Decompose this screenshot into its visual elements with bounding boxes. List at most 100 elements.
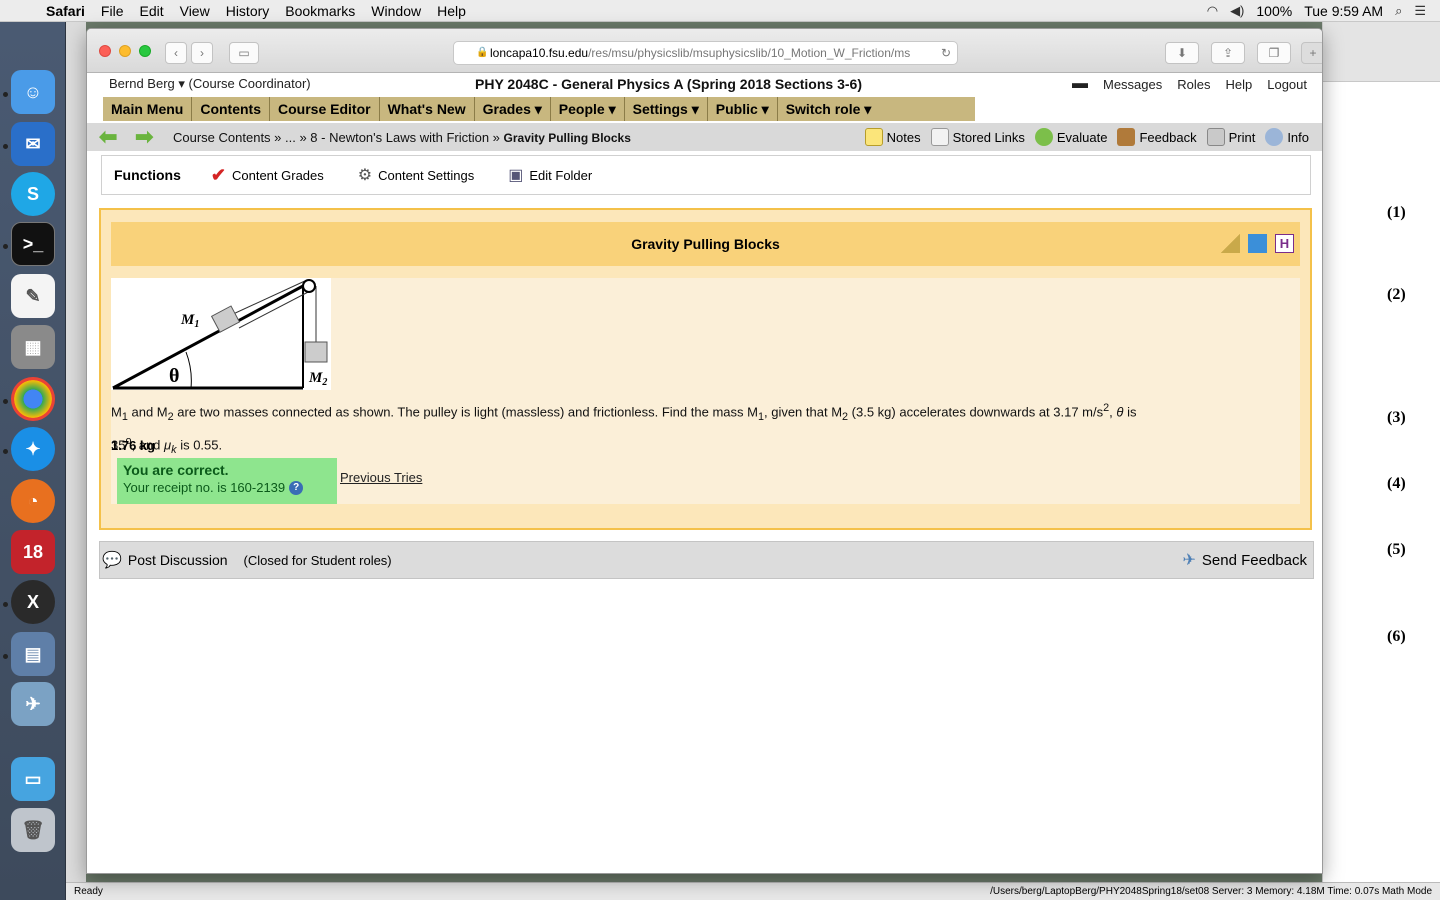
dock: ☺ ✉ S >_ ✎ ▦ ✦ ◔ 18 X ▤ ✈ ▭ 🗑 xyxy=(0,22,66,900)
menu-window[interactable]: Window xyxy=(363,3,429,19)
running-indicator-icon xyxy=(3,654,8,659)
menu-edit[interactable]: Edit xyxy=(131,3,171,19)
menu-public[interactable]: Public ▾ xyxy=(708,97,778,121)
ruler-icon[interactable] xyxy=(1221,234,1240,253)
receipt-number: Your receipt no. is 160-2139 xyxy=(123,480,286,495)
roles-link[interactable]: Roles xyxy=(1177,77,1210,92)
menu-contents[interactable]: Contents xyxy=(192,97,271,121)
user-role[interactable]: Bernd Berg ▾ (Course Coordinator) xyxy=(109,76,469,92)
menu-history[interactable]: History xyxy=(218,3,278,19)
clock[interactable]: Tue 9:59 AM xyxy=(1304,3,1383,19)
menu-whats-new[interactable]: What's New xyxy=(380,97,475,121)
wifi-icon[interactable]: ◠ xyxy=(1207,3,1218,19)
downloads-icon[interactable]: ⬇ xyxy=(1165,42,1199,64)
minimize-window-button[interactable] xyxy=(119,45,131,57)
x11-icon[interactable]: X xyxy=(11,580,55,624)
new-tab-icon[interactable]: + xyxy=(1301,42,1322,64)
info-tool[interactable]: Info xyxy=(1265,128,1309,146)
battery-percent[interactable]: 100% xyxy=(1256,3,1292,19)
menu-file[interactable]: File xyxy=(93,3,132,19)
calendar-18-icon[interactable]: 18 xyxy=(11,530,55,574)
back-arrow-icon[interactable]: ⬅ xyxy=(99,126,127,148)
equation-number: (2) xyxy=(1387,286,1406,303)
label-m1: M1 xyxy=(180,312,199,330)
settings-gear-icon: ⚙ xyxy=(357,167,373,184)
menu-people[interactable]: People ▾ xyxy=(551,97,625,121)
help-question-icon[interactable]: ? xyxy=(289,480,304,495)
menu-view[interactable]: View xyxy=(172,3,218,19)
chrome-icon[interactable] xyxy=(11,377,55,421)
send-feedback-link[interactable]: ✈ Send Feedback xyxy=(1183,550,1307,570)
reload-icon[interactable]: ↻ xyxy=(941,42,951,64)
menu-bookmarks[interactable]: Bookmarks xyxy=(277,3,363,19)
content-settings-link[interactable]: ⚙ Content Settings xyxy=(358,165,474,185)
safari-toolbar: ‹ › ▭ 🔒 loncapa10.fsu.edu/res/msu/physic… xyxy=(87,29,1322,73)
menu-safari[interactable]: Safari xyxy=(40,3,93,19)
terminal-icon[interactable]: >_ xyxy=(11,222,55,266)
main-menu-bar: Main Menu Contents Course Editor What's … xyxy=(103,97,975,121)
calculator-icon[interactable]: ▦ xyxy=(11,325,55,369)
problem-title: Gravity Pulling Blocks xyxy=(631,236,780,252)
content-settings-label: Content Settings xyxy=(378,167,475,183)
running-indicator-icon xyxy=(3,244,8,249)
folder-icon[interactable]: ▭ xyxy=(11,757,55,801)
menu-help[interactable]: Help xyxy=(429,3,474,19)
previous-tries-link[interactable]: Previous Tries xyxy=(340,470,422,485)
stored-links-label: Stored Links xyxy=(952,129,1025,145)
edit-folder-link[interactable]: ▣ Edit Folder xyxy=(508,165,592,185)
stored-links-tool[interactable]: Stored Links xyxy=(930,128,1025,146)
spotlight-icon[interactable]: ⌕ xyxy=(1395,3,1402,19)
label-m2: M2 xyxy=(308,370,327,388)
logout-link[interactable]: Logout xyxy=(1267,77,1307,92)
feedback-tool[interactable]: Feedback xyxy=(1117,128,1197,146)
messages-link[interactable]: Messages xyxy=(1103,77,1162,92)
info-icon xyxy=(1265,128,1284,146)
background-statusbar: Ready /Users/berg/LaptopBerg/PHY2048Spri… xyxy=(66,882,1440,900)
breadcrumb-path[interactable]: Course Contents » ... » 8 - Newton's Law… xyxy=(173,130,500,145)
discussion-closed-note: (Closed for Student roles) xyxy=(243,552,392,568)
edit-folder-icon: ▣ xyxy=(508,167,524,184)
back-button[interactable]: ‹ xyxy=(165,42,187,64)
notification-center-icon[interactable]: ☰ xyxy=(1414,3,1426,19)
graph-icon[interactable] xyxy=(1248,234,1267,253)
menu-grades[interactable]: Grades ▾ xyxy=(475,97,551,121)
running-indicator-icon xyxy=(3,449,8,454)
textedit-icon[interactable]: ✎ xyxy=(11,274,55,318)
content-grades-link[interactable]: ✔ Content Grades xyxy=(211,165,324,186)
forward-button[interactable]: › xyxy=(191,42,213,64)
mail-stamp-icon[interactable]: ✈ xyxy=(11,682,55,726)
volume-icon[interactable]: ◀︎) xyxy=(1230,3,1244,19)
label-theta: θ xyxy=(169,365,179,387)
problem-statement: M1 and M2 are two masses connected as sh… xyxy=(111,402,1137,456)
forward-arrow-icon[interactable]: ➡ xyxy=(135,126,163,148)
menu-switch-role[interactable]: Switch role ▾ xyxy=(778,97,880,121)
post-discussion-link[interactable]: 💬 Post Discussion xyxy=(102,550,228,570)
tabs-overview-icon[interactable]: ❐ xyxy=(1257,42,1291,64)
monitor-icon[interactable]: ▬ xyxy=(1072,75,1088,93)
evaluate-tool[interactable]: Evaluate xyxy=(1034,128,1107,146)
preview-icon[interactable]: ▤ xyxy=(11,632,55,676)
safari-icon[interactable]: ✦ xyxy=(11,427,55,471)
menu-course-editor[interactable]: Course Editor xyxy=(270,97,380,121)
share-icon[interactable]: ⇪ xyxy=(1211,42,1245,64)
print-tool[interactable]: Print xyxy=(1206,128,1255,146)
hint-icon[interactable]: H xyxy=(1275,234,1294,253)
sidebar-toggle-icon[interactable]: ▭ xyxy=(229,42,259,64)
breadcrumb[interactable]: Course Contents » ... » 8 - Newton's Law… xyxy=(173,130,631,145)
menu-settings[interactable]: Settings ▾ xyxy=(625,97,708,121)
thunderbird-icon[interactable]: ✉ xyxy=(11,122,55,166)
status-right: /Users/berg/LaptopBerg/PHY2048Spring18/s… xyxy=(990,886,1432,897)
address-bar[interactable]: 🔒 loncapa10.fsu.edu/res/msu/physicslib/m… xyxy=(453,41,958,65)
help-link[interactable]: Help xyxy=(1225,77,1252,92)
feedback-label: Feedback xyxy=(1139,129,1197,145)
close-window-button[interactable] xyxy=(99,45,111,57)
zoom-window-button[interactable] xyxy=(139,45,151,57)
finder-icon[interactable]: ☺ xyxy=(11,70,55,114)
notes-tool[interactable]: Notes xyxy=(864,128,921,146)
trash-icon[interactable]: 🗑 xyxy=(11,808,55,852)
firefox-icon[interactable]: ◔ xyxy=(11,479,55,523)
lock-icon: 🔒 xyxy=(476,47,489,58)
skype-icon[interactable]: S xyxy=(11,172,55,216)
equation-number: (5) xyxy=(1387,541,1406,558)
menu-main-menu[interactable]: Main Menu xyxy=(103,97,193,121)
